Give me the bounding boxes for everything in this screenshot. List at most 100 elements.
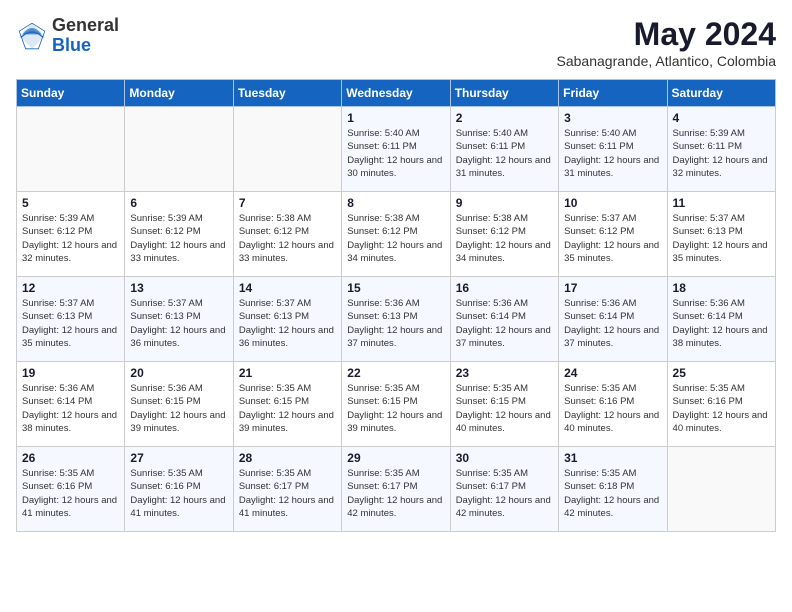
day-number: 3 bbox=[564, 111, 661, 125]
day-cell: 3 Sunrise: 5:40 AMSunset: 6:11 PMDaylight… bbox=[559, 107, 667, 192]
day-cell: 18Sunrise: 5:36 AMSunset: 6:14 PMDayligh… bbox=[667, 277, 775, 362]
day-cell: 7Sunrise: 5:38 AMSunset: 6:12 PMDaylight… bbox=[233, 192, 341, 277]
day-number: 8 bbox=[347, 196, 444, 210]
day-number: 16 bbox=[456, 281, 553, 295]
day-cell: 2 Sunrise: 5:40 AMSunset: 6:11 PMDaylight… bbox=[450, 107, 558, 192]
day-number: 21 bbox=[239, 366, 336, 380]
col-tuesday: Tuesday bbox=[233, 80, 341, 107]
day-cell: 24Sunrise: 5:35 AMSunset: 6:16 PMDayligh… bbox=[559, 362, 667, 447]
day-cell: 8Sunrise: 5:38 AMSunset: 6:12 PMDaylight… bbox=[342, 192, 450, 277]
day-info: Sunrise: 5:35 AMSunset: 6:16 PMDaylight:… bbox=[22, 467, 119, 520]
day-cell: 13 Sunrise: 5:37 AMSunset: 6:13 PMDayligh… bbox=[125, 277, 233, 362]
day-number: 4 bbox=[673, 111, 770, 125]
day-info: Sunrise: 5:35 AMSunset: 6:17 PMDaylight:… bbox=[239, 467, 336, 520]
day-info: Sunrise: 5:35 AMSunset: 6:15 PMDaylight:… bbox=[239, 382, 336, 435]
day-info: Sunrise: 5:35 AMSunset: 6:15 PMDaylight:… bbox=[456, 382, 553, 435]
day-info: Sunrise: 5:36 AMSunset: 6:14 PMDaylight:… bbox=[22, 382, 119, 435]
day-number: 28 bbox=[239, 451, 336, 465]
logo: General Blue bbox=[16, 16, 119, 56]
day-number: 6 bbox=[130, 196, 227, 210]
logo-text: General Blue bbox=[52, 16, 119, 56]
day-info: Sunrise: 5:40 AMSunset: 6:11 PMDaylight:… bbox=[564, 127, 661, 180]
day-info: Sunrise: 5:40 AMSunset: 6:11 PMDaylight:… bbox=[347, 127, 444, 180]
day-cell: 1 Sunrise: 5:40 AMSunset: 6:11 PMDaylight… bbox=[342, 107, 450, 192]
day-number: 27 bbox=[130, 451, 227, 465]
day-number: 5 bbox=[22, 196, 119, 210]
calendar-table: Sunday Monday Tuesday Wednesday Thursday… bbox=[16, 79, 776, 532]
day-cell: 30Sunrise: 5:35 AMSunset: 6:17 PMDayligh… bbox=[450, 447, 558, 532]
day-cell: 5 Sunrise: 5:39 AMSunset: 6:12 PMDaylight… bbox=[17, 192, 125, 277]
week-row-1: 1 Sunrise: 5:40 AMSunset: 6:11 PMDaylight… bbox=[17, 107, 776, 192]
day-info: Sunrise: 5:36 AMSunset: 6:14 PMDaylight:… bbox=[564, 297, 661, 350]
day-cell: 11 Sunrise: 5:37 AMSunset: 6:13 PMDayligh… bbox=[667, 192, 775, 277]
page-header: General Blue May 2024 Sabanagrande, Atla… bbox=[16, 16, 776, 69]
day-number: 19 bbox=[22, 366, 119, 380]
col-wednesday: Wednesday bbox=[342, 80, 450, 107]
day-cell: 17Sunrise: 5:36 AMSunset: 6:14 PMDayligh… bbox=[559, 277, 667, 362]
day-number: 31 bbox=[564, 451, 661, 465]
day-cell: 31Sunrise: 5:35 AMSunset: 6:18 PMDayligh… bbox=[559, 447, 667, 532]
day-info: Sunrise: 5:35 AMSunset: 6:16 PMDaylight:… bbox=[564, 382, 661, 435]
day-number: 25 bbox=[673, 366, 770, 380]
day-info: Sunrise: 5:36 AMSunset: 6:13 PMDaylight:… bbox=[347, 297, 444, 350]
day-cell bbox=[667, 447, 775, 532]
day-info: Sunrise: 5:39 AMSunset: 6:12 PMDaylight:… bbox=[130, 212, 227, 265]
day-info: Sunrise: 5:37 AMSunset: 6:13 PMDaylight:… bbox=[239, 297, 336, 350]
day-cell: 23Sunrise: 5:35 AMSunset: 6:15 PMDayligh… bbox=[450, 362, 558, 447]
col-thursday: Thursday bbox=[450, 80, 558, 107]
col-friday: Friday bbox=[559, 80, 667, 107]
day-cell: 10Sunrise: 5:37 AMSunset: 6:12 PMDayligh… bbox=[559, 192, 667, 277]
day-cell bbox=[233, 107, 341, 192]
day-number: 22 bbox=[347, 366, 444, 380]
day-cell: 28 Sunrise: 5:35 AMSunset: 6:17 PMDayligh… bbox=[233, 447, 341, 532]
day-cell bbox=[17, 107, 125, 192]
day-cell: 4Sunrise: 5:39 AMSunset: 6:11 PMDaylight… bbox=[667, 107, 775, 192]
day-info: Sunrise: 5:38 AMSunset: 6:12 PMDaylight:… bbox=[239, 212, 336, 265]
day-number: 9 bbox=[456, 196, 553, 210]
day-info: Sunrise: 5:37 AMSunset: 6:13 PMDaylight:… bbox=[22, 297, 119, 350]
day-info: Sunrise: 5:38 AMSunset: 6:12 PMDaylight:… bbox=[456, 212, 553, 265]
week-row-2: 5 Sunrise: 5:39 AMSunset: 6:12 PMDaylight… bbox=[17, 192, 776, 277]
day-info: Sunrise: 5:35 AMSunset: 6:17 PMDaylight:… bbox=[456, 467, 553, 520]
day-number: 26 bbox=[22, 451, 119, 465]
day-number: 1 bbox=[347, 111, 444, 125]
day-info: Sunrise: 5:36 AMSunset: 6:14 PMDaylight:… bbox=[456, 297, 553, 350]
title-block: May 2024 Sabanagrande, Atlantico, Colomb… bbox=[557, 16, 776, 69]
calendar-title: May 2024 bbox=[557, 16, 776, 53]
calendar-body: 1 Sunrise: 5:40 AMSunset: 6:11 PMDaylight… bbox=[17, 107, 776, 532]
day-cell: 21 Sunrise: 5:35 AMSunset: 6:15 PMDayligh… bbox=[233, 362, 341, 447]
day-number: 18 bbox=[673, 281, 770, 295]
day-info: Sunrise: 5:35 AMSunset: 6:15 PMDaylight:… bbox=[347, 382, 444, 435]
day-number: 13 bbox=[130, 281, 227, 295]
day-info: Sunrise: 5:37 AMSunset: 6:13 PMDaylight:… bbox=[130, 297, 227, 350]
day-info: Sunrise: 5:37 AMSunset: 6:13 PMDaylight:… bbox=[673, 212, 770, 265]
day-cell: 19 Sunrise: 5:36 AMSunset: 6:14 PMDayligh… bbox=[17, 362, 125, 447]
day-info: Sunrise: 5:37 AMSunset: 6:12 PMDaylight:… bbox=[564, 212, 661, 265]
day-cell: 27 Sunrise: 5:35 AMSunset: 6:16 PMDayligh… bbox=[125, 447, 233, 532]
week-row-4: 19 Sunrise: 5:36 AMSunset: 6:14 PMDayligh… bbox=[17, 362, 776, 447]
col-sunday: Sunday bbox=[17, 80, 125, 107]
day-number: 15 bbox=[347, 281, 444, 295]
day-number: 2 bbox=[456, 111, 553, 125]
day-cell: 6 Sunrise: 5:39 AMSunset: 6:12 PMDaylight… bbox=[125, 192, 233, 277]
day-cell: 25Sunrise: 5:35 AMSunset: 6:16 PMDayligh… bbox=[667, 362, 775, 447]
header-row: Sunday Monday Tuesday Wednesday Thursday… bbox=[17, 80, 776, 107]
calendar-header: Sunday Monday Tuesday Wednesday Thursday… bbox=[17, 80, 776, 107]
day-cell: 22 Sunrise: 5:35 AMSunset: 6:15 PMDayligh… bbox=[342, 362, 450, 447]
day-info: Sunrise: 5:36 AMSunset: 6:15 PMDaylight:… bbox=[130, 382, 227, 435]
week-row-3: 12Sunrise: 5:37 AMSunset: 6:13 PMDayligh… bbox=[17, 277, 776, 362]
logo-general: General bbox=[52, 15, 119, 35]
day-cell: 29Sunrise: 5:35 AMSunset: 6:17 PMDayligh… bbox=[342, 447, 450, 532]
day-cell: 16 Sunrise: 5:36 AMSunset: 6:14 PMDayligh… bbox=[450, 277, 558, 362]
day-cell bbox=[125, 107, 233, 192]
col-saturday: Saturday bbox=[667, 80, 775, 107]
day-info: Sunrise: 5:35 AMSunset: 6:16 PMDaylight:… bbox=[130, 467, 227, 520]
col-monday: Monday bbox=[125, 80, 233, 107]
day-cell: 12Sunrise: 5:37 AMSunset: 6:13 PMDayligh… bbox=[17, 277, 125, 362]
day-number: 29 bbox=[347, 451, 444, 465]
day-number: 11 bbox=[673, 196, 770, 210]
day-info: Sunrise: 5:39 AMSunset: 6:12 PMDaylight:… bbox=[22, 212, 119, 265]
week-row-5: 26 Sunrise: 5:35 AMSunset: 6:16 PMDayligh… bbox=[17, 447, 776, 532]
day-cell: 9 Sunrise: 5:38 AMSunset: 6:12 PMDaylight… bbox=[450, 192, 558, 277]
day-info: Sunrise: 5:40 AMSunset: 6:11 PMDaylight:… bbox=[456, 127, 553, 180]
